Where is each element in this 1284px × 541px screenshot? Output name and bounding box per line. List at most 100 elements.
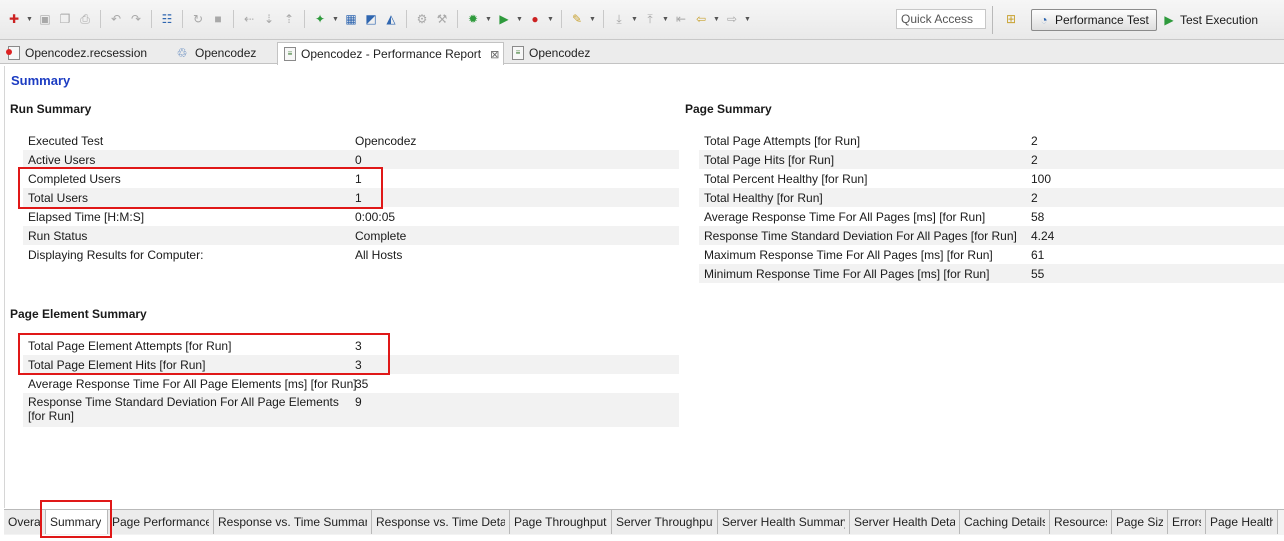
export-report-icon[interactable]: ◭ xyxy=(383,11,399,27)
table-row: Average Response Time For All Pages [ms]… xyxy=(699,207,1284,226)
toolbar-separator xyxy=(457,10,458,28)
next-annotation-icon[interactable]: ⤓ xyxy=(611,11,627,27)
tab-recsession[interactable]: Opencodez.recsession xyxy=(2,42,162,64)
next-annotation-dropdown-icon[interactable]: ▼ xyxy=(631,16,638,23)
report-tab-page-performance[interactable]: Page Performance xyxy=(108,510,214,534)
report-tab-summary[interactable]: Summary xyxy=(46,510,108,534)
row-label: Total Page Attempts [for Run] xyxy=(704,133,861,148)
row-label-line: Response Time Standard Deviation For All… xyxy=(28,395,339,409)
table-row: Total Page Element Attempts [for Run] 3 xyxy=(23,336,679,355)
row-label: Average Response Time For All Pages [ms]… xyxy=(704,209,986,224)
toolbar-separator xyxy=(603,10,604,28)
record-dropdown-icon[interactable]: ▼ xyxy=(547,16,554,23)
save-all-icon[interactable]: ❐ xyxy=(57,11,73,27)
row-label: Active Users xyxy=(28,152,96,167)
editor-tab-bar: Opencodez.recsession ♲ Opencodez ≡ Openc… xyxy=(0,40,1284,65)
tab-label: Page Health xyxy=(1210,515,1273,529)
table-row: Run Status Complete xyxy=(23,226,679,245)
report-tab-page-throughput[interactable]: Page Throughput xyxy=(510,510,612,534)
back-dropdown-icon[interactable]: ▼ xyxy=(713,16,720,23)
report-tab-page-size[interactable]: Page Size xyxy=(1112,510,1168,534)
row-label: Run Status xyxy=(28,228,88,243)
prev-annotation-icon[interactable]: ⤒ xyxy=(642,11,658,27)
back-icon[interactable]: ⇦ xyxy=(693,11,709,27)
last-edit-icon[interactable]: ⇤ xyxy=(673,11,689,27)
report-tab-server-health-summary[interactable]: Server Health Summary xyxy=(718,510,850,534)
toolbar-separator xyxy=(304,10,305,28)
report-tab-response-vs-time-summary[interactable]: Response vs. Time Summary xyxy=(214,510,372,534)
table-row: Total Page Element Hits [for Run] 3 xyxy=(23,355,679,374)
compare-report-icon[interactable]: ◩ xyxy=(363,11,379,27)
report-chart-icon[interactable]: ▦ xyxy=(343,11,359,27)
forward-icon[interactable]: ⇨ xyxy=(724,11,740,27)
stop-icon[interactable]: ■ xyxy=(210,11,226,27)
connect-icon[interactable]: ⚙ xyxy=(414,11,430,27)
tab-test[interactable]: ≡ Opencodez xyxy=(506,42,606,64)
run-dropdown-icon[interactable]: ▼ xyxy=(516,16,523,23)
toolbar-separator xyxy=(561,10,562,28)
debug-icon[interactable]: ✹ xyxy=(465,11,481,27)
report-tab-page-health[interactable]: Page Health xyxy=(1206,510,1278,534)
save-icon[interactable]: ▣ xyxy=(37,11,53,27)
pen-icon[interactable]: ✎ xyxy=(569,11,585,27)
add-dropdown-icon[interactable]: ▼ xyxy=(332,16,339,23)
debug-dropdown-icon[interactable]: ▼ xyxy=(485,16,492,23)
report-tab-errors[interactable]: Errors xyxy=(1168,510,1206,534)
report-tab-response-vs-time-detail[interactable]: Response vs. Time Detail xyxy=(372,510,510,534)
report-tab-server-health-detail[interactable]: Server Health Detail xyxy=(850,510,960,534)
close-icon[interactable]: ⊠ xyxy=(490,48,499,61)
toolbar-separator xyxy=(100,10,101,28)
recording-session-icon xyxy=(6,46,20,60)
tab-label: Response vs. Time Detail xyxy=(376,515,505,529)
page-summary-title: Page Summary xyxy=(685,102,772,116)
refresh-icon[interactable]: ↻ xyxy=(190,11,206,27)
hierarchy-icon[interactable]: ☷ xyxy=(159,11,175,27)
print-icon[interactable]: ⎙ xyxy=(77,11,93,27)
test-schedule-icon: ♲ xyxy=(176,46,188,60)
row-value: 58 xyxy=(1031,209,1045,224)
quick-access-input[interactable]: Quick Access xyxy=(896,9,986,29)
row-value: 35 xyxy=(355,376,369,391)
run-icon[interactable]: ▶ xyxy=(496,11,512,27)
page-element-summary-title: Page Element Summary xyxy=(10,307,147,321)
run-summary-table: Executed Test Opencodez Active Users 0 Compl… xyxy=(23,131,679,264)
move-up-icon[interactable]: ⇡ xyxy=(281,11,297,27)
prev-annotation-dropdown-icon[interactable]: ▼ xyxy=(662,16,669,23)
tab-label: Resources xyxy=(1054,515,1107,529)
add-test-element-icon[interactable]: ✦ xyxy=(312,11,328,27)
perspective-test-execution-button[interactable]: ▶ Test Execution xyxy=(1161,9,1258,31)
row-value: 9 xyxy=(355,395,362,409)
tab-label: Overall xyxy=(8,515,41,529)
report-tab-server-throughput[interactable]: Server Throughput xyxy=(612,510,718,534)
row-label: Completed Users xyxy=(28,171,121,186)
open-perspective-icon[interactable]: ⊞ xyxy=(1003,11,1019,27)
new-dropdown-icon[interactable]: ▼ xyxy=(26,16,33,23)
report-tab-resources[interactable]: Resources xyxy=(1050,510,1112,534)
perspective-performance-test-button[interactable]: ◔ Performance Test xyxy=(1031,9,1157,31)
record-icon[interactable]: ● xyxy=(527,11,543,27)
tab-schedule[interactable]: ♲ Opencodez xyxy=(168,42,276,64)
move-down-icon[interactable]: ⇣ xyxy=(261,11,277,27)
report-tab-overall[interactable]: Overall xyxy=(4,510,46,534)
tools-icon[interactable]: ⚒ xyxy=(434,11,450,27)
row-value: 0 xyxy=(355,152,362,167)
new-wizard-icon[interactable]: ✚ xyxy=(6,11,22,27)
forward-dropdown-icon[interactable]: ▼ xyxy=(744,16,751,23)
undo-icon[interactable]: ↶ xyxy=(108,11,124,27)
move-left-icon[interactable]: ⇠ xyxy=(241,11,257,27)
page-summary-table: Total Page Attempts [for Run] 2 Total Page… xyxy=(699,131,1284,283)
table-row: Response Time Standard Deviation For All… xyxy=(699,226,1284,245)
redo-icon[interactable]: ↷ xyxy=(128,11,144,27)
row-value: 2 xyxy=(1031,152,1038,167)
row-label-line: [for Run] xyxy=(28,409,75,423)
pen-dropdown-icon[interactable]: ▼ xyxy=(589,16,596,23)
table-row: Total Healthy [for Run] 2 xyxy=(699,188,1284,207)
report-tab-caching-details[interactable]: Caching Details xyxy=(960,510,1050,534)
table-row: Displaying Results for Computer: All Host… xyxy=(23,245,679,264)
tab-performance-report[interactable]: ≡ Opencodez - Performance Report ⊠ xyxy=(277,42,504,65)
table-row: Total Percent Healthy [for Run] 100 xyxy=(699,169,1284,188)
tab-label: Opencodez - Performance Report xyxy=(301,47,482,61)
report-icon: ≡ xyxy=(284,47,296,61)
page-title: Summary xyxy=(11,73,71,88)
row-value: 2 xyxy=(1031,190,1038,205)
